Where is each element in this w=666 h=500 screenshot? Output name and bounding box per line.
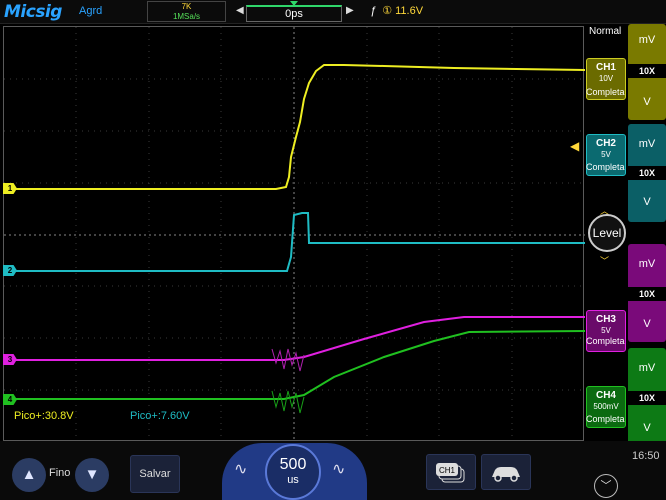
timebase-value: 500 <box>279 456 307 473</box>
timebase-dial[interactable]: 500 us <box>265 444 321 500</box>
chevron-down-icon: ﹀ <box>600 480 612 492</box>
ch2-probe[interactable]: 10X <box>628 166 666 180</box>
rising-edge-icon: ƒ <box>370 5 377 17</box>
ch4-coupling: Completa <box>586 414 625 424</box>
acquisition-info[interactable]: 7K 1MSa/s <box>147 1 226 22</box>
sample-rate: 1MSa/s <box>172 12 201 21</box>
ch1-label: CH1 <box>595 62 616 73</box>
channel-select-button[interactable]: CH1 <box>426 454 476 490</box>
ch1-unit-v[interactable]: V <box>628 96 666 108</box>
level-button[interactable]: Level <box>588 214 626 252</box>
fine-label: Fino <box>49 467 71 479</box>
ch2-unit-v[interactable]: V <box>628 196 666 208</box>
ch4-scale: 500mV <box>593 402 619 411</box>
trigger-level-arrow-icon: ◀ <box>570 139 580 153</box>
ch3-label: CH3 <box>595 314 616 325</box>
acquire-mode[interactable]: Agrd <box>79 5 102 17</box>
collapse-toolbar-button[interactable]: ﹀ <box>594 474 618 498</box>
ch3-probe[interactable]: 10X <box>628 287 666 301</box>
timebase-increase-icon[interactable]: ∿ <box>332 459 345 479</box>
channel-stack-icon: CH1 <box>436 463 465 483</box>
ch1-scale: 10V <box>598 74 614 83</box>
ch4-label: CH4 <box>595 390 616 401</box>
ch3-unit-mv[interactable]: mV <box>628 258 666 270</box>
ch3-coupling: Completa <box>586 336 625 346</box>
trigger-position-marker <box>290 1 298 6</box>
oscilloscope-screen: Micsig Agrd 7K 1MSa/s ◀ 0ps ▶ ƒ ① 11.6V <box>0 0 666 500</box>
ch2-volts-control[interactable]: mV 10X V <box>628 124 666 222</box>
ch1-coupling: Completa <box>586 87 625 97</box>
ch2-label: CH2 <box>595 138 616 149</box>
trigger-mode[interactable]: Normal <box>589 26 621 37</box>
trigger-position-control[interactable]: ◀ 0ps ▶ <box>232 1 356 23</box>
arrow-left-icon[interactable]: ◀ <box>236 5 244 16</box>
waveform-display[interactable]: 1 2 3 4 Pico+:30.8V Pico+:7.60V <box>3 26 585 442</box>
ch1-volts-control[interactable]: mV 10X V <box>628 24 666 120</box>
arrow-right-icon[interactable]: ▶ <box>346 5 354 16</box>
automotive-button[interactable] <box>481 454 531 490</box>
ch1-probe[interactable]: 10X <box>628 64 666 78</box>
ch4-probe[interactable]: 10X <box>628 391 666 405</box>
save-button[interactable]: Salvar <box>130 455 180 493</box>
top-status-bar: Micsig Agrd 7K 1MSa/s ◀ 0ps ▶ ƒ ① 11.6V <box>0 0 666 24</box>
ch1-unit-mv[interactable]: mV <box>628 34 666 46</box>
ch2-peak-measurement: Pico+:7.60V <box>130 410 190 422</box>
ch2-unit-mv[interactable]: mV <box>628 138 666 150</box>
trigger-position-value[interactable]: 0ps <box>246 5 342 22</box>
level-down-icon[interactable]: ﹀ <box>600 254 609 267</box>
ch2-coupling: Completa <box>586 162 625 172</box>
ch4-volts-control[interactable]: mV 10X V <box>628 348 666 446</box>
ch4-unit-mv[interactable]: mV <box>628 362 666 374</box>
ch1-peak-measurement: Pico+:30.8V <box>14 410 74 422</box>
fine-up-button[interactable]: ▲ <box>12 458 46 492</box>
ch2-scale: 5V <box>601 150 611 159</box>
triangle-up-icon: ▲ <box>21 466 37 483</box>
trigger-level-value: 11.6V <box>395 5 424 17</box>
ch3-volts-control[interactable]: mV 10X V <box>628 244 666 342</box>
fine-down-button[interactable]: ▼ <box>75 458 109 492</box>
waveform-grid <box>4 27 585 442</box>
trigger-level-readout[interactable]: ƒ ① 11.6V <box>370 4 423 17</box>
memory-depth: 7K <box>181 2 192 11</box>
svg-text:CH1: CH1 <box>439 466 456 475</box>
ch3-scale: 5V <box>601 326 611 335</box>
clock: 16:50 <box>632 450 660 462</box>
timebase-unit: us <box>287 474 299 486</box>
timebase-decrease-icon[interactable]: ∿ <box>234 459 247 479</box>
ch4-unit-v[interactable]: V <box>628 422 666 434</box>
car-icon <box>492 467 520 482</box>
bottom-toolbar: ▲ Fino ▼ Salvar ∿ ∿ CH1 16:50 ﹀ <box>0 441 666 500</box>
brand-logo: Micsig <box>4 2 62 22</box>
ch3-unit-v[interactable]: V <box>628 318 666 330</box>
triangle-down-icon: ▼ <box>84 466 100 483</box>
trigger-source: ① <box>382 5 393 17</box>
